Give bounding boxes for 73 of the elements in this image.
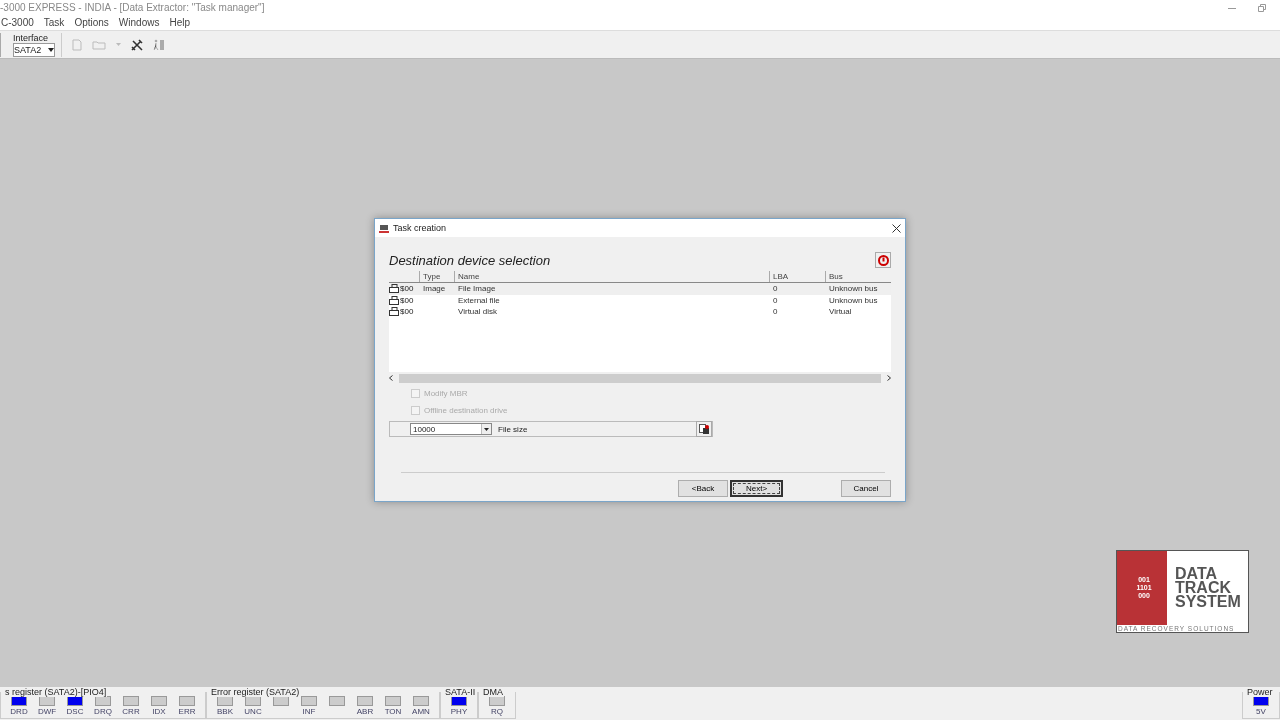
- group-title: Error register (SATA2): [210, 687, 301, 697]
- led-label: 5V: [1256, 707, 1266, 716]
- logo-word: DATA: [1175, 567, 1218, 581]
- file-size-select[interactable]: 10000: [410, 423, 492, 435]
- table-cell-text: 0: [772, 307, 779, 317]
- table-cell-text: Unknown bus: [828, 284, 879, 294]
- scroll-left-icon[interactable]: [389, 375, 393, 381]
- table-cell: $00: [389, 295, 419, 305]
- document-icon[interactable]: [72, 38, 82, 51]
- menu-item[interactable]: Windows: [117, 17, 161, 28]
- group-title: Power: [1246, 687, 1274, 697]
- drive-icon: [389, 295, 399, 305]
- dialog-heading: Destination device selection: [389, 253, 551, 268]
- drive-icon: [389, 284, 399, 294]
- led-label: DWF: [37, 707, 57, 716]
- led-label: BBK: [217, 707, 233, 716]
- window-title: -3000 EXPRESS - INDIA - [Data Extractor: "Task manager"]: [0, 2, 265, 13]
- tools-icon[interactable]: [131, 38, 143, 51]
- interface-select[interactable]: SATA2: [13, 42, 55, 57]
- scroll-right-icon[interactable]: [887, 375, 891, 381]
- led-label: INF: [302, 707, 316, 716]
- table-cell-text: Virtual: [828, 307, 853, 317]
- led-label: DSC: [66, 707, 84, 716]
- table-cell-text: 0: [772, 295, 779, 305]
- table-cell: $00: [389, 307, 419, 317]
- dropdown-arrow-icon[interactable]: [48, 47, 54, 52]
- column-header[interactable]: LBA: [769, 271, 825, 282]
- menu-item[interactable]: Task: [42, 17, 66, 28]
- led-label: AMN: [412, 707, 430, 716]
- group-title: SATA-II: [444, 687, 477, 697]
- led-label: UNC: [244, 707, 262, 716]
- led-label: CRR: [122, 707, 140, 716]
- led-label: IDX: [152, 707, 166, 716]
- dialog-button[interactable]: Cancel: [841, 480, 891, 497]
- table-cell-text: 0: [772, 284, 779, 294]
- table-cell-text: File Image: [457, 284, 497, 294]
- led-label: ERR: [178, 707, 196, 716]
- close-icon[interactable]: [892, 223, 901, 233]
- dropdown-arrow-icon[interactable]: [484, 427, 489, 431]
- column-header[interactable]: Name: [454, 271, 769, 282]
- file-size-label: File size: [498, 424, 529, 434]
- dialog-button[interactable]: Next>: [730, 480, 783, 497]
- group-title: s register (SATA2)-[PIO4]: [4, 687, 108, 697]
- dialog-button[interactable]: <Back: [678, 480, 728, 497]
- logo-word: SYSTEM: [1175, 595, 1241, 609]
- restore-icon[interactable]: [1258, 3, 1266, 12]
- menu-item[interactable]: C-3000: [0, 17, 35, 28]
- led-label: DRD: [10, 707, 28, 716]
- led-label: ABR: [356, 707, 374, 716]
- led-label: DRQ: [94, 707, 112, 716]
- interface-label: Interface: [13, 32, 50, 43]
- caret-icon[interactable]: [116, 43, 121, 46]
- checkbox-label: Modify MBR: [424, 389, 468, 398]
- drive-icon: [389, 307, 399, 317]
- menu-item[interactable]: Options: [73, 17, 110, 28]
- folder-icon[interactable]: [92, 39, 106, 50]
- table-cell-text: Unknown bus: [828, 295, 879, 305]
- table-cell-text: Image: [422, 284, 447, 294]
- logo-word: TRACK: [1175, 581, 1231, 595]
- led-label: RQ: [491, 707, 503, 716]
- device-row[interactable]: $00 Image File Image 0 Unknown bus: [389, 283, 891, 295]
- table-cell: $00: [389, 284, 419, 294]
- group-title: DMA: [482, 687, 504, 697]
- column-header[interactable]: Type: [419, 271, 454, 282]
- led-label: TON: [384, 707, 402, 716]
- table-cell-text: External file: [457, 295, 501, 305]
- led-label: PHY: [450, 707, 468, 716]
- column-header[interactable]: Bus: [825, 271, 891, 282]
- menu-item[interactable]: Help: [168, 17, 191, 28]
- save-icon[interactable]: [696, 421, 712, 437]
- horizontal-scrollbar[interactable]: [389, 372, 891, 384]
- table-cell-text: Virtual disk: [457, 307, 498, 317]
- dialog-title: Task creation: [393, 223, 448, 233]
